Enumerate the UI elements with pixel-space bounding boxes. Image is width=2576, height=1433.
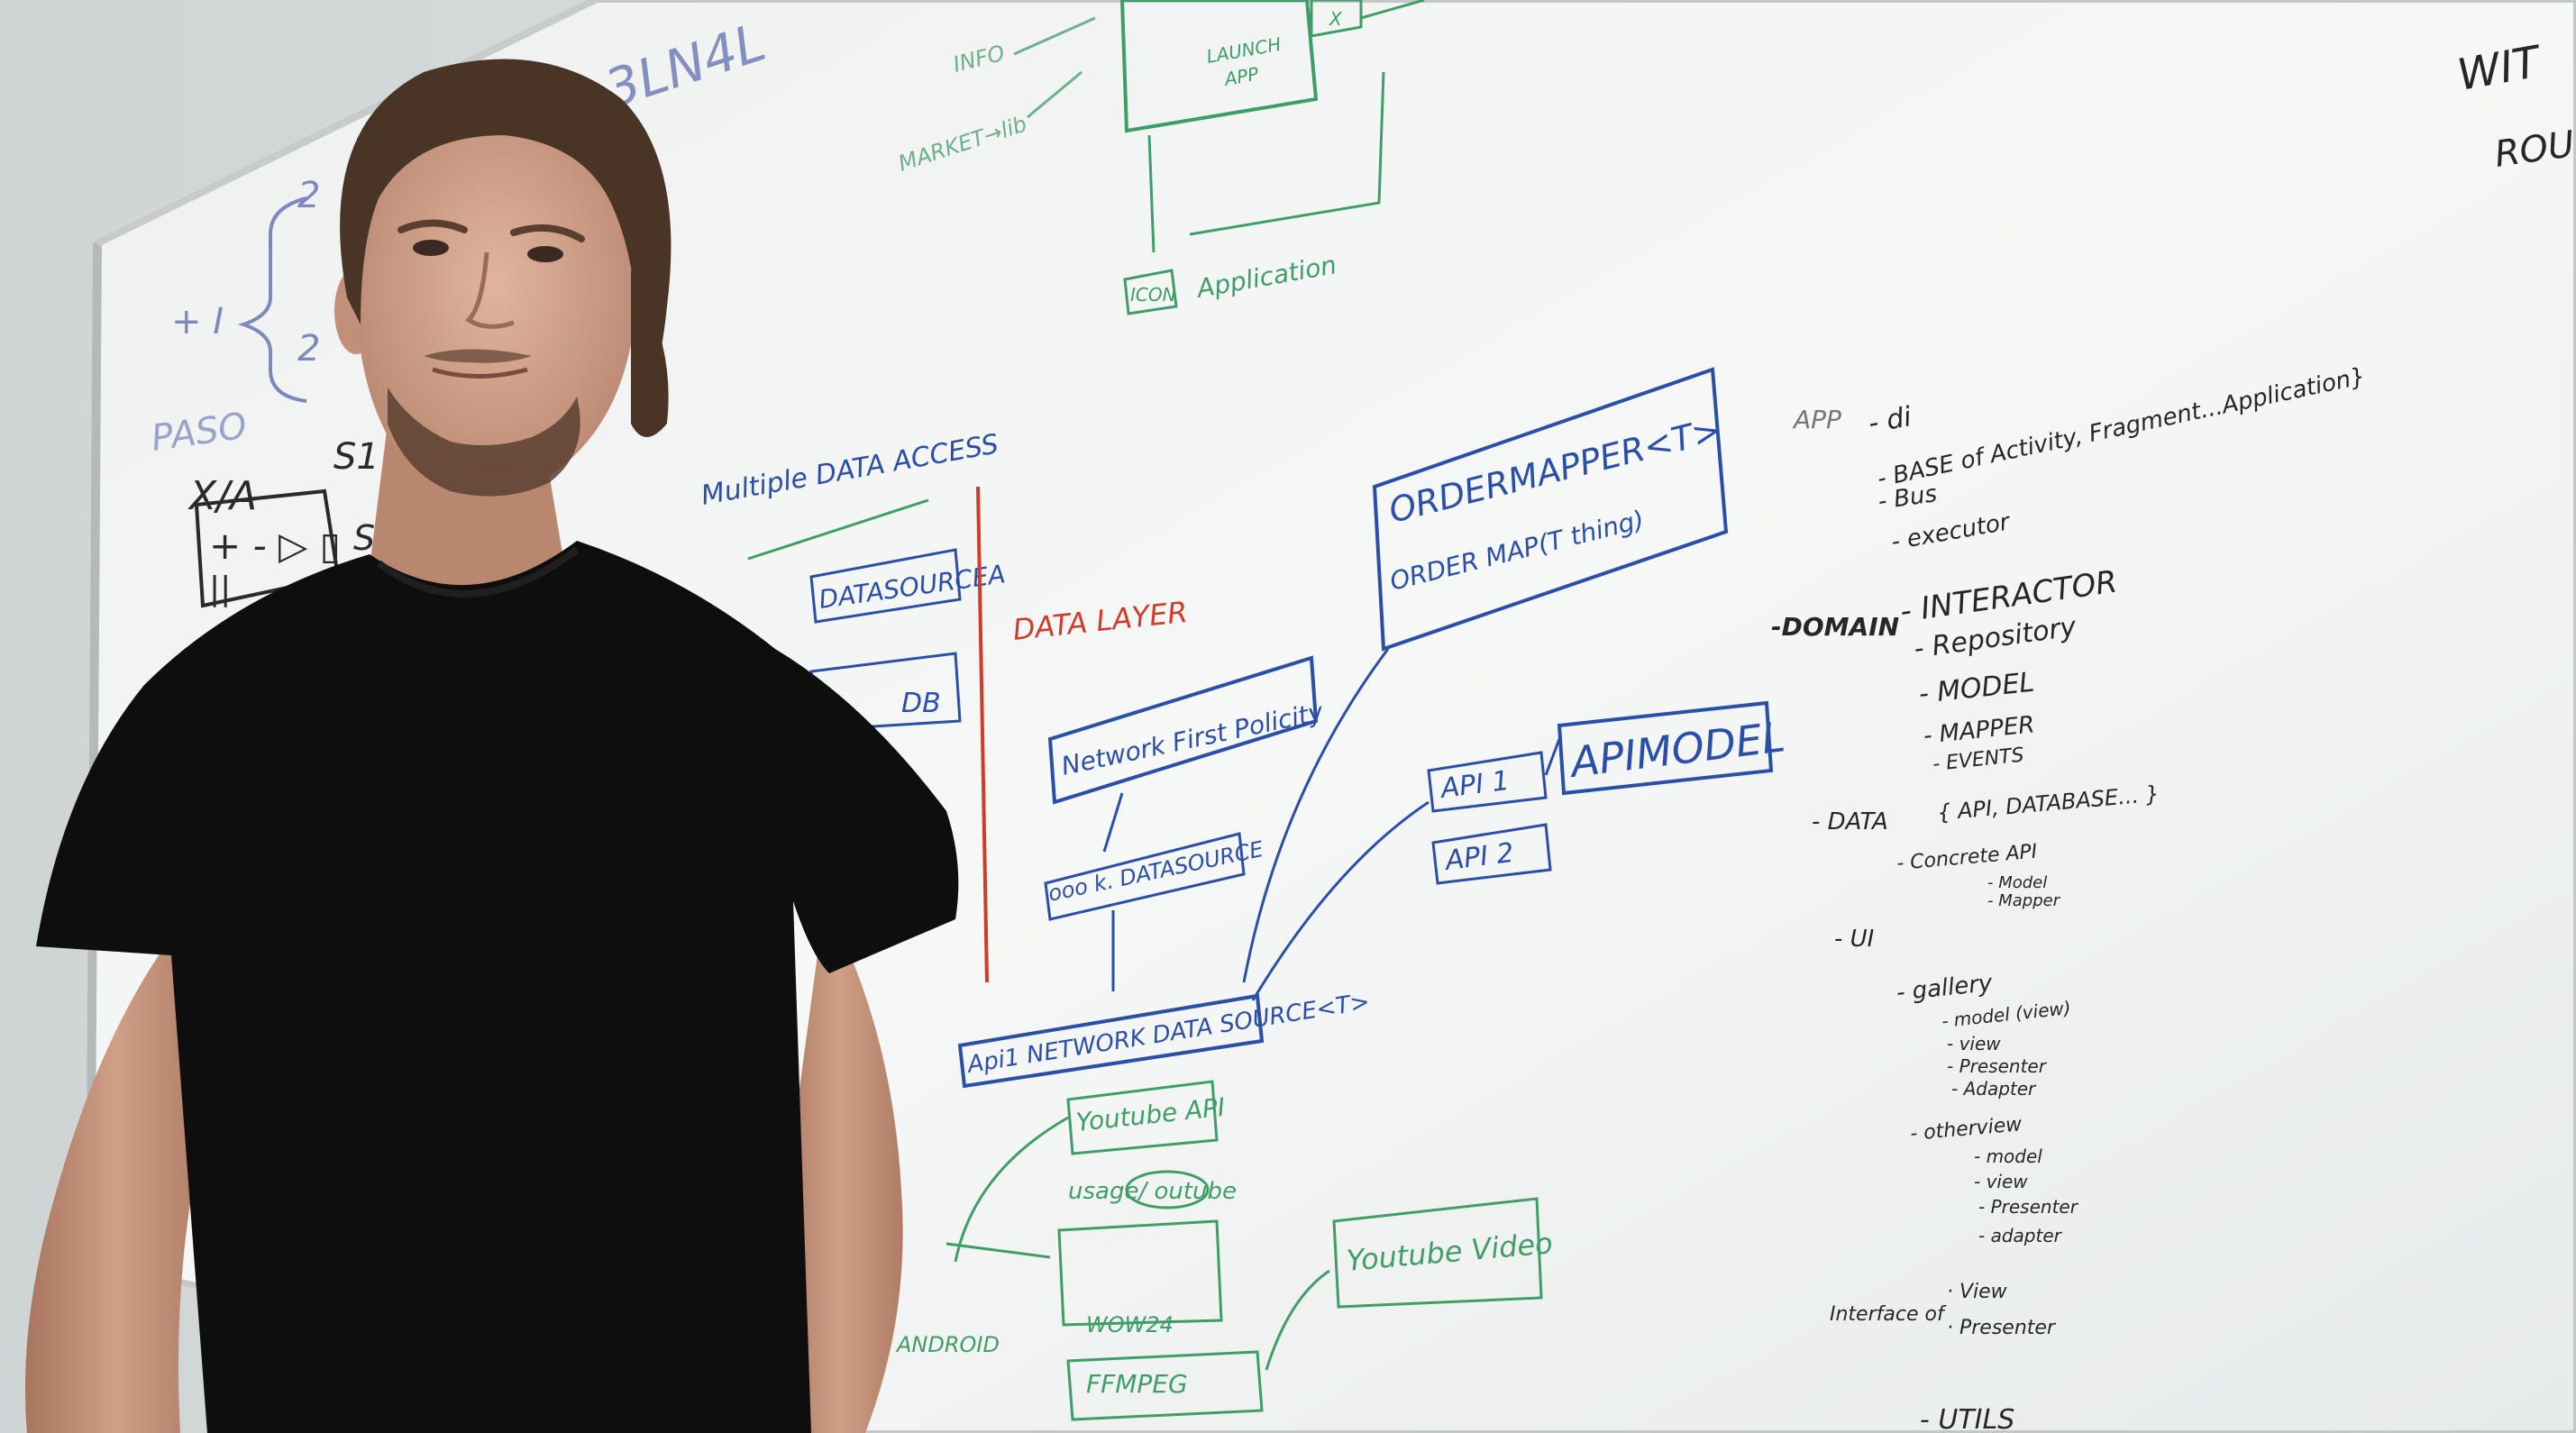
android-label: ANDROID — [895, 1332, 1000, 1357]
wow24-label: WOW24 — [1086, 1312, 1174, 1337]
whiteboard-photo: 3LN4L 2 + I 2 PASO X/A S1 + - ▷ ▯ || S6 … — [0, 0, 2576, 1433]
domain-heading: -DOMAIN — [1771, 612, 1899, 642]
usage-label: usage/ outube — [1068, 1178, 1237, 1205]
x-mark: X — [1329, 8, 1343, 30]
s1-label: S1 — [333, 436, 379, 478]
interface-label: Interface of — [1830, 1303, 1947, 1326]
right-eye — [527, 246, 563, 262]
otherview-view: - view — [1974, 1171, 2028, 1192]
player-controls: + - ▷ ▯ — [209, 524, 341, 568]
gallery-adapter: - Adapter — [1951, 1078, 2037, 1100]
left-eye — [413, 240, 449, 256]
app-heading: APP — [1792, 405, 1841, 434]
concrete-mapper-item: - Mapper — [1987, 891, 2061, 910]
iface-view: · View — [1947, 1281, 2008, 1303]
brace-left-label: + I — [171, 301, 224, 342]
gallery-presenter: - Presenter — [1947, 1055, 2048, 1077]
iface-presenter: · Presenter — [1947, 1317, 2057, 1339]
otherview-adapter: - adapter — [1978, 1225, 2063, 1246]
pause-symbol: || — [209, 570, 231, 607]
datasource-b-label: DB — [901, 688, 941, 719]
brace-top-label: 2 — [297, 175, 320, 216]
concrete-model-item: - Model — [1987, 873, 2047, 892]
icon-label: ICON — [1130, 284, 1176, 306]
otherview-presenter: - Presenter — [1978, 1196, 2079, 1218]
utils-item: - UTILS — [1920, 1404, 2014, 1433]
ui-heading: - UI — [1834, 926, 1874, 953]
gallery-view: - view — [1947, 1033, 2001, 1054]
otherview-model: - model — [1974, 1145, 2042, 1167]
data-heading: - DATA — [1812, 808, 1888, 835]
brace-bottom-label: 2 — [297, 328, 320, 370]
ffmpeg-label: FFMPEG — [1086, 1369, 1188, 1399]
